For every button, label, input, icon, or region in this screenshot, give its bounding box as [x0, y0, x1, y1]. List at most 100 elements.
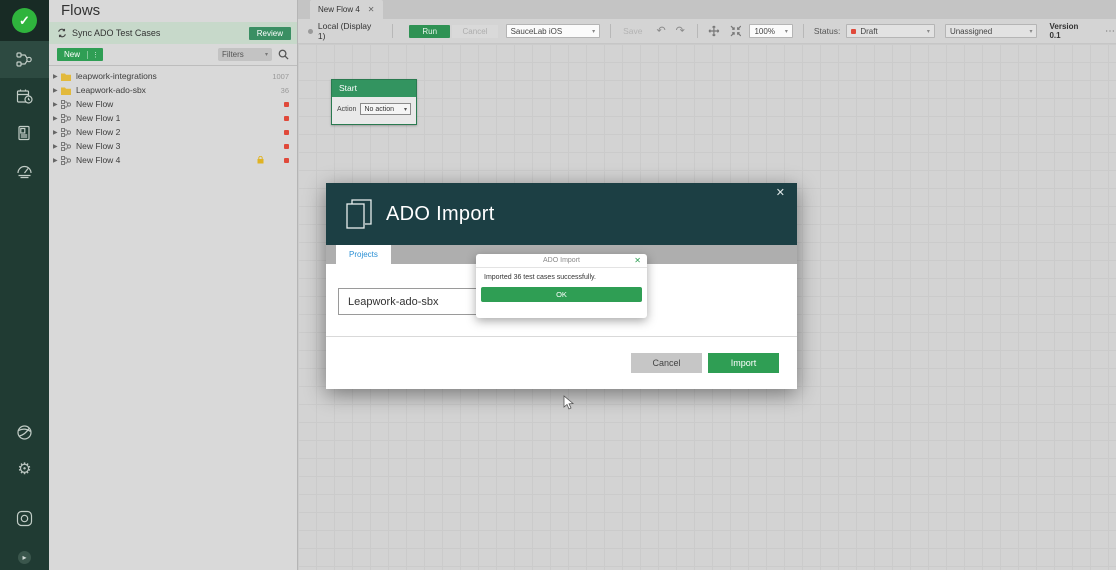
fit-to-screen-icon[interactable]: [730, 25, 742, 37]
chevron-down-icon: ▾: [926, 28, 930, 35]
close-tab-icon[interactable]: ✕: [368, 5, 375, 14]
chevron-down-icon: ▾: [264, 52, 268, 58]
tree-item-new-flow-1[interactable]: ▶ New Flow 1: [49, 111, 297, 125]
dialog-header: ADO Import ✕: [476, 254, 647, 268]
cancel-run-button[interactable]: Cancel: [452, 24, 498, 38]
sidebar-item-dashboard[interactable]: [0, 152, 49, 189]
calendar-clock-icon: [16, 89, 33, 104]
tree-item-new-flow-3[interactable]: ▶ New Flow 3: [49, 139, 297, 153]
page-title: Flows: [61, 2, 101, 19]
flow-toolbar: Local (Display 1) Run Cancel SauceLab iO…: [298, 19, 1116, 44]
flows-panel: Flows Sync ADO Test Cases Review New ⋮ F…: [49, 0, 298, 570]
run-button[interactable]: Run: [409, 24, 451, 38]
caret-icon[interactable]: ▶: [53, 115, 61, 122]
tab-new-flow-4[interactable]: New Flow 4 ✕: [310, 0, 383, 19]
dialog-message: Imported 36 test cases successfully.: [484, 274, 596, 281]
flow-icon: [61, 127, 71, 137]
redo-icon[interactable]: ↷: [676, 25, 685, 37]
tree-item-new-flow-4[interactable]: ▶ New Flow 4: [49, 153, 297, 167]
start-block-title: Start: [332, 80, 416, 97]
divider: [802, 24, 804, 38]
start-block-body: Action No action ▾: [332, 97, 416, 115]
expand-sidebar-button[interactable]: ▸: [18, 551, 31, 564]
status-label: Status:: [813, 26, 841, 36]
save-button[interactable]: Save: [623, 26, 642, 36]
sidebar-item-agents[interactable]: [0, 414, 49, 451]
close-dialog-icon[interactable]: ✕: [634, 256, 641, 265]
globe-icon: [17, 425, 32, 440]
zoom-level-value: 100%: [754, 26, 775, 36]
recorder-icon: [16, 510, 33, 527]
sync-banner-label: Sync ADO Test Cases: [72, 28, 161, 38]
tree-item-new-flow-2[interactable]: ▶ New Flow 2: [49, 125, 297, 139]
status-dot: [284, 101, 289, 107]
tab-label: New Flow 4: [318, 5, 360, 14]
assignee-dropdown[interactable]: Unassigned ▾: [944, 24, 1038, 38]
flow-icon: [61, 113, 71, 123]
caret-icon[interactable]: ▶: [53, 73, 61, 80]
sidebar-item-settings[interactable]: ⚙: [0, 451, 49, 488]
status-value: Draft: [860, 26, 878, 36]
folder-icon: [61, 87, 71, 95]
mouse-cursor: [563, 395, 575, 410]
draft-status-icon: [851, 28, 857, 34]
divider: [696, 24, 698, 38]
sidebar-item-recorder[interactable]: [0, 500, 49, 537]
caret-icon[interactable]: ▶: [53, 87, 61, 94]
undo-icon[interactable]: ↶: [656, 25, 665, 37]
chevron-down-icon: ▾: [403, 106, 407, 113]
more-menu-button[interactable]: ⋯: [1105, 26, 1116, 37]
new-flow-button-label: New: [64, 50, 81, 59]
sidebar-item-reports[interactable]: [0, 115, 49, 152]
environment-label[interactable]: Local (Display 1): [318, 21, 380, 41]
filters-dropdown[interactable]: Filters ▾: [218, 48, 272, 61]
item-count-badge: 36: [280, 85, 289, 95]
report-document-icon: [18, 125, 30, 141]
action-label: Action: [337, 105, 357, 113]
caret-icon[interactable]: ▶: [53, 129, 61, 136]
new-flow-menu-icon[interactable]: ⋮: [87, 50, 103, 59]
review-button[interactable]: Review: [248, 26, 291, 40]
modal-import-button[interactable]: Import: [708, 352, 779, 373]
sidebar-item-schedule[interactable]: [0, 78, 49, 115]
modal-header: ADO Import ✕: [326, 183, 797, 245]
action-dropdown[interactable]: No action ▾: [360, 103, 411, 115]
sync-banner: Sync ADO Test Cases Review: [49, 22, 297, 44]
modal-cancel-button[interactable]: Cancel: [631, 352, 702, 373]
tree-item-new-flow[interactable]: ▶ New Flow: [49, 97, 297, 111]
tree-item-leapwork-integrations[interactable]: ▶ leapwork-integrations 1007: [49, 69, 297, 83]
new-flow-button[interactable]: New ⋮: [57, 48, 104, 61]
start-block[interactable]: Start Action No action ▾: [331, 79, 417, 125]
close-modal-icon[interactable]: ✕: [776, 186, 785, 199]
status-dropdown[interactable]: Draft ▾: [846, 24, 935, 38]
device-dropdown[interactable]: SauceLab iOS ▾: [505, 24, 601, 38]
divider: [610, 24, 612, 38]
item-count-badge: 1007: [272, 71, 289, 81]
leapwork-logo[interactable]: ✓: [0, 0, 49, 41]
modal-footer: Cancel Import: [326, 337, 797, 388]
version-label: Version 0.1: [1049, 22, 1079, 40]
caret-icon[interactable]: ▶: [53, 101, 61, 108]
filters-label: Filters: [222, 50, 244, 59]
status-dot: [284, 129, 289, 135]
device-dropdown-value: SauceLab iOS: [510, 26, 563, 36]
status-dot: [284, 157, 289, 163]
chevron-down-icon: ▾: [1029, 28, 1033, 35]
sync-icon: [58, 28, 66, 38]
tab-projects[interactable]: Projects: [336, 245, 391, 264]
status-dot: [284, 115, 289, 121]
flow-icon: [61, 141, 71, 151]
caret-icon[interactable]: ▶: [53, 143, 61, 150]
assignee-value: Unassigned: [949, 26, 993, 36]
caret-icon[interactable]: ▶: [53, 157, 61, 164]
panel-controls: New ⋮ Filters ▾: [49, 44, 297, 66]
ok-button[interactable]: OK: [481, 287, 642, 302]
pages-icon: [346, 199, 372, 229]
tree-item-leapwork-ado-sbx[interactable]: ▶ Leapwork-ado-sbx 36: [49, 83, 297, 97]
zoom-dropdown[interactable]: 100% ▾: [749, 24, 793, 38]
sidebar-item-flows[interactable]: [0, 41, 49, 78]
search-icon[interactable]: [278, 49, 289, 60]
flows-tree: ▶ leapwork-integrations 1007 ▶ Leapwork-…: [49, 66, 297, 167]
pan-icon[interactable]: [708, 25, 720, 37]
chevron-down-icon: ▾: [592, 28, 596, 35]
